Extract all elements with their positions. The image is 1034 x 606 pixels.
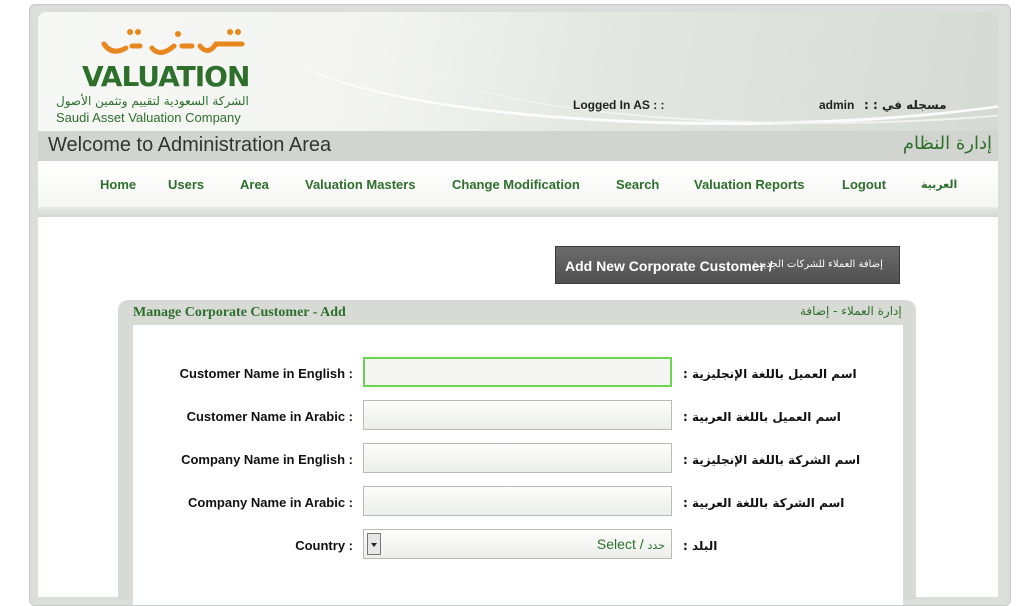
- nav-valuation-reports[interactable]: Valuation Reports: [694, 177, 805, 192]
- main-nav: Home Users Area Valuation Masters Change…: [38, 161, 998, 207]
- username: admin: [819, 98, 855, 112]
- nav-divider: [38, 207, 998, 217]
- nav-change-modification[interactable]: Change Modification: [452, 177, 580, 192]
- logo-company-english: Saudi Asset Valuation Company: [56, 110, 241, 125]
- page-title: Welcome to Administration Area: [48, 134, 332, 156]
- customer-name-arabic-input[interactable]: [363, 400, 672, 430]
- welcome-bar: Welcome to Administration Area إدارة الن…: [38, 131, 998, 162]
- logged-in-label: Logged In AS : :: [573, 98, 665, 112]
- country-label: Country :: [295, 538, 353, 553]
- panel-title: Manage Corporate Customer - Add: [133, 305, 346, 320]
- company-logo: VALUATION الشركة السعودية لتقييم وتثمين …: [52, 24, 282, 132]
- company-name-arabic-label: Company Name in Arabic :: [188, 495, 353, 510]
- country-selected-value: Select / حدد: [596, 536, 665, 552]
- customer-name-english-label-arabic: : اسم العميل باللغة الإنجليزية: [683, 367, 857, 381]
- add-button-label-arabic: إضافة العملاء للشركات الجديدة: [753, 259, 883, 270]
- company-name-arabic-input[interactable]: [363, 486, 672, 516]
- nav-area[interactable]: Area: [240, 177, 269, 192]
- svg-text:VALUATION: VALUATION: [82, 60, 249, 93]
- dropdown-arrow-icon[interactable]: [367, 533, 381, 555]
- country-select[interactable]: Select / حدد: [363, 529, 672, 559]
- page-title-arabic: إدارة النظام: [902, 133, 992, 154]
- valuation-logo-icon: VALUATION: [82, 29, 250, 93]
- add-corporate-customer-button[interactable]: Add New Corporate Customer / إضافة العمل…: [555, 246, 900, 284]
- nav-search[interactable]: Search: [616, 177, 659, 192]
- panel-title-arabic: إدارة العملاء - إضافة: [800, 304, 902, 318]
- nav-users[interactable]: Users: [168, 177, 204, 192]
- customer-name-arabic-label-arabic: : اسم العميل باللغة العربية: [683, 410, 841, 424]
- nav-arabic-language[interactable]: العربية: [921, 178, 957, 191]
- nav-home[interactable]: Home: [100, 177, 136, 192]
- nav-valuation-masters[interactable]: Valuation Masters: [305, 177, 416, 192]
- company-name-arabic-label-arabic: : اسم الشركة باللغة العربية: [683, 496, 845, 510]
- customer-name-arabic-label: Customer Name in Arabic :: [186, 409, 353, 424]
- country-label-arabic: : البلد: [683, 539, 718, 553]
- logged-in-label-arabic: : : مسجله في: [864, 98, 947, 112]
- company-name-english-label-arabic: : اسم الشركة باللغة الإنجليزية: [683, 453, 861, 467]
- add-button-label: Add New Corporate Customer /: [565, 258, 773, 274]
- customer-name-english-input[interactable]: [363, 357, 672, 387]
- customer-name-english-label: Customer Name in English :: [179, 366, 353, 381]
- company-name-english-label: Company Name in English :: [181, 452, 353, 467]
- logo-company-arabic: الشركة السعودية لتقييم وتثمين الأصول: [56, 94, 249, 108]
- company-name-english-input[interactable]: [363, 443, 672, 473]
- nav-logout[interactable]: Logout: [842, 177, 886, 192]
